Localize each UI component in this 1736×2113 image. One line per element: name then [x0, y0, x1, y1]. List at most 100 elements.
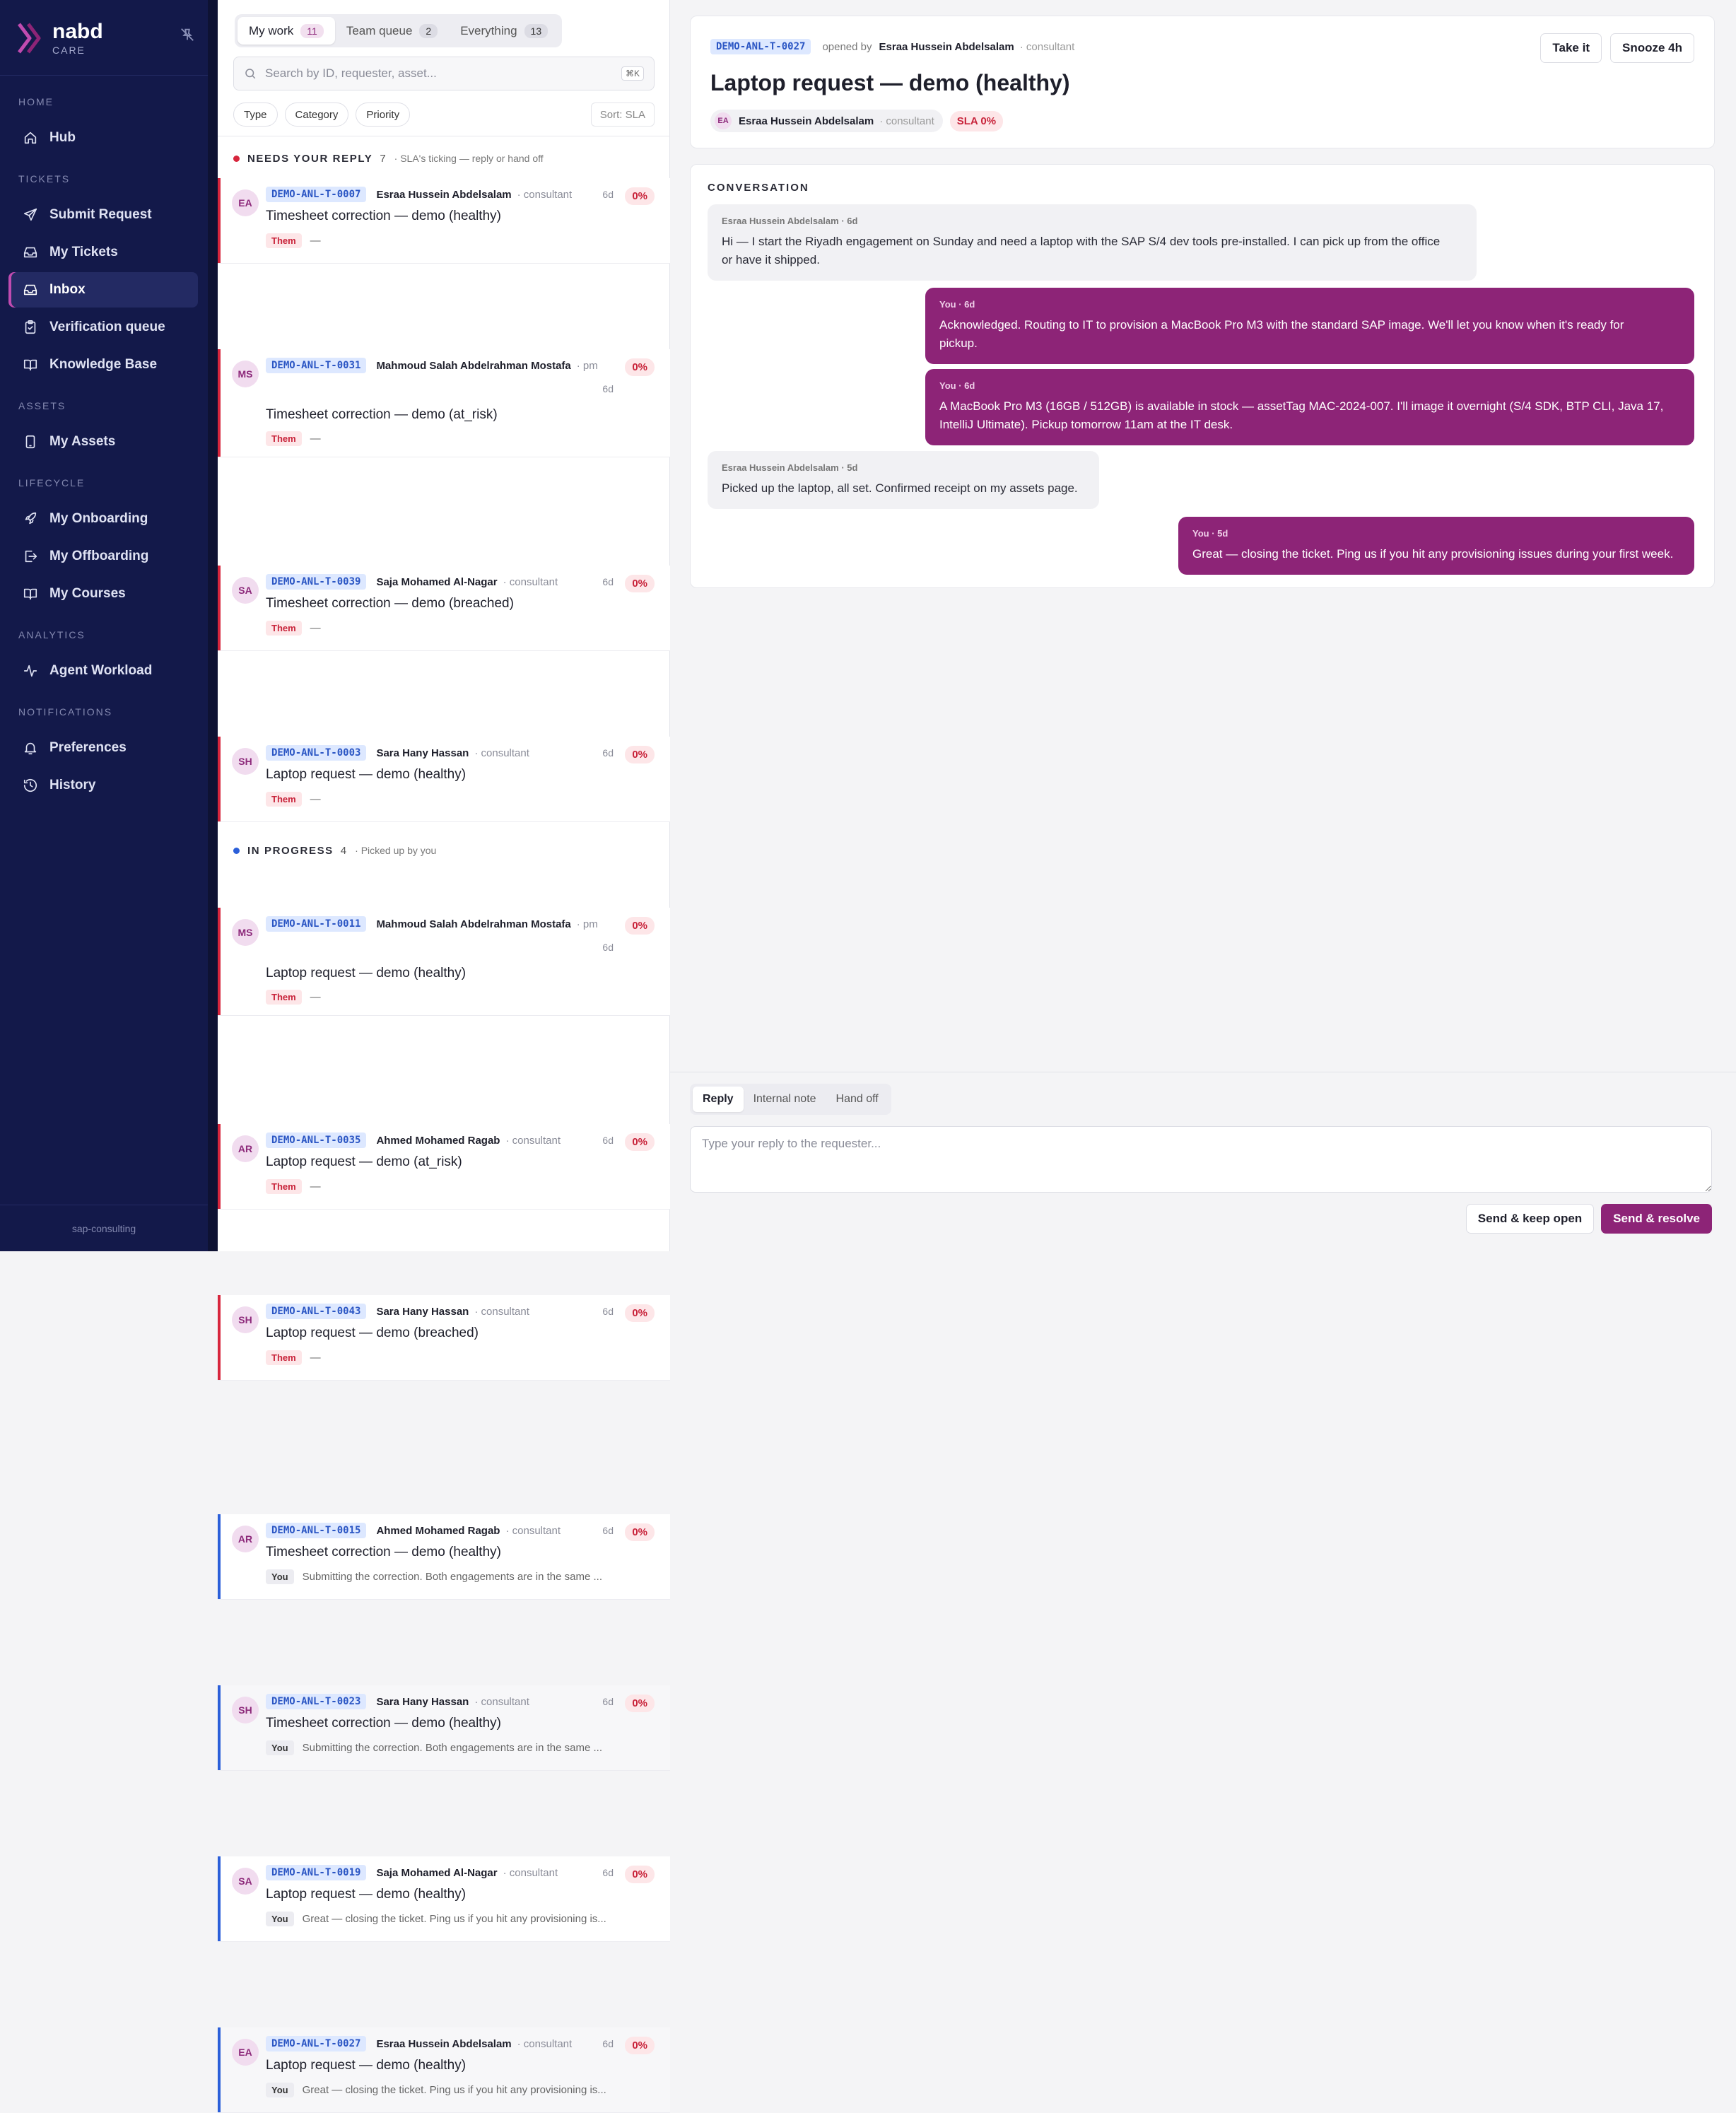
group-header: NEEDS YOUR REPLY 7 · SLA's ticking — reply…	[218, 146, 670, 171]
sidebar-item-my-assets[interactable]: My Assets	[8, 424, 198, 460]
take-it-button[interactable]: Take it	[1540, 33, 1602, 63]
tab-internal-note[interactable]: Internal note	[744, 1087, 826, 1112]
ticket-id[interactable]: DEMO-ANL-T-0027	[710, 39, 811, 54]
brand-logo[interactable]: nabd CARE	[17, 17, 103, 59]
ticket-header: DEMO-ANL-T-0027 opened by Esraa Hussein …	[690, 16, 1715, 148]
message-meta: You · 6d	[939, 380, 975, 391]
sort-select[interactable]: Sort: SLA	[590, 103, 655, 127]
message-line: IntelliJ Ultimate). Pickup tomorrow 11am…	[939, 418, 1233, 431]
send-resolve-button[interactable]: Send & resolve	[1601, 1204, 1712, 1234]
requester-chip[interactable]: EA Esraa Hussein Abdelsalam · consultant	[710, 110, 943, 132]
ticket-row[interactable]: AR DEMO-ANL-T-0015 Ahmed Mohamed Ragab · co…	[218, 1514, 670, 1600]
sidebar-edge	[208, 0, 218, 1251]
ticket-row[interactable]: MS DEMO-ANL-T-0031 Mahmoud Salah Abdelrahm…	[218, 349, 670, 457]
sla-badge: 0%	[625, 187, 655, 205]
ticket-row[interactable]: SH DEMO-ANL-T-0023 Sara Hany Hassan · consu…	[218, 1685, 670, 1771]
ticket-id: DEMO-ANL-T-0035	[266, 1132, 367, 1148]
message-bubble: Esraa Hussein Abdelsalam · 5d Picked up …	[708, 451, 1099, 509]
requester-role: · consultant	[505, 1134, 561, 1147]
sidebar-item-label: Inbox	[49, 282, 86, 297]
avatar: EA	[232, 189, 259, 216]
requester-name: Saja Mohamed Al-Nagar	[376, 1866, 498, 1879]
ticket-row[interactable]: SA DEMO-ANL-T-0019 Saja Mohamed Al-Nagar · …	[218, 1856, 670, 1942]
ticket-row[interactable]: SH DEMO-ANL-T-0003 Sara Hany Hassan · consu…	[218, 737, 670, 822]
sidebar: nabd CARE HOME Hub TICKETS Submit Request My…	[0, 0, 208, 1251]
filter-category[interactable]: Category	[284, 103, 349, 127]
sidebar-item-label: Preferences	[49, 740, 127, 755]
message-bubble: Esraa Hussein Abdelsalam · 6d Hi — I sta…	[708, 204, 1477, 281]
last-reply-badge: Them	[266, 621, 302, 636]
requester-name: Saja Mohamed Al-Nagar	[376, 575, 498, 588]
ticket-row[interactable]: SH DEMO-ANL-T-0043 Sara Hany Hassan · consu…	[218, 1295, 670, 1381]
sla-badge: 0%	[625, 1523, 655, 1541]
sidebar-item-my-onboarding[interactable]: My Onboarding	[8, 501, 198, 537]
sidebar-item-verification-queue[interactable]: Verification queue	[8, 310, 198, 345]
unpin-icon[interactable]	[180, 27, 195, 42]
ticket-list-pane: My work 11 Team queue 2 Everything 13 Searc…	[218, 0, 670, 2113]
nav-section-heading: NOTIFICATIONS	[18, 706, 113, 718]
sidebar-item-inbox[interactable]: Inbox	[8, 272, 198, 308]
ticket-row[interactable]: EA DEMO-ANL-T-0007 Esraa Hussein Abdelsala…	[218, 178, 670, 264]
inbox-icon	[23, 284, 37, 295]
message-line: Great — closing the ticket. Ping us if y…	[1192, 547, 1674, 561]
ticket-age: 6d	[602, 1135, 614, 1146]
sidebar-item-history[interactable]: History	[8, 768, 198, 803]
avatar: AR	[232, 1526, 259, 1552]
snooze-button[interactable]: Snooze 4h	[1609, 33, 1694, 63]
nav-section-heading: ASSETS	[18, 400, 66, 411]
last-message-snippet: —	[310, 622, 321, 634]
search-input[interactable]: Search by ID, requester, asset... ⌘K	[233, 57, 655, 90]
bell-icon	[24, 742, 37, 755]
sidebar-item-knowledge-base[interactable]: Knowledge Base	[8, 347, 198, 382]
search-placeholder: Search by ID, requester, asset...	[265, 66, 437, 80]
sla-badge: 0%	[625, 746, 655, 763]
tab-everything[interactable]: Everything 13	[449, 17, 559, 45]
sidebar-item-label: My Tickets	[49, 245, 118, 259]
sidebar-item-label: Submit Request	[49, 207, 152, 222]
sidebar-item-submit-request[interactable]: Submit Request	[8, 197, 198, 233]
requester-chip-name: Esraa Hussein Abdelsalam	[739, 115, 874, 127]
reply-input[interactable]	[690, 1126, 1712, 1193]
row-status-bar	[218, 1856, 221, 1941]
sla-badge: 0%	[625, 358, 655, 376]
tab-my-work[interactable]: My work 11	[237, 17, 335, 45]
sla-badge: 0%	[625, 575, 655, 592]
send-keep-open-button[interactable]: Send & keep open	[1465, 1204, 1595, 1234]
group-title: NEEDS YOUR REPLY	[247, 152, 373, 165]
ticket-age: 6d	[602, 383, 614, 394]
avatar: SH	[232, 1306, 259, 1333]
tab-team-queue[interactable]: Team queue 2	[335, 17, 449, 45]
sidebar-item-hub[interactable]: Hub	[8, 120, 198, 156]
ticket-groups: NEEDS YOUR REPLY 7 · SLA's ticking — reply…	[218, 0, 670, 2113]
sidebar-item-my-tickets[interactable]: My Tickets	[8, 235, 198, 270]
avatar: SA	[232, 577, 259, 604]
sidebar-item-my-courses[interactable]: My Courses	[8, 576, 198, 611]
ticket-row[interactable]: MS DEMO-ANL-T-0011 Mahmoud Salah Abdelrahm…	[218, 908, 670, 1016]
ticket-row[interactable]: AR DEMO-ANL-T-0035 Ahmed Mohamed Ragab · co…	[218, 1124, 670, 1210]
filter-type[interactable]: Type	[233, 103, 278, 127]
sidebar-item-label: Hub	[49, 130, 76, 145]
activity-icon	[23, 665, 37, 677]
tab-hand-off[interactable]: Hand off	[826, 1087, 888, 1112]
tab-reply[interactable]: Reply	[693, 1087, 744, 1112]
sidebar-item-agent-workload[interactable]: Agent Workload	[8, 653, 198, 689]
ticket-row[interactable]: EA DEMO-ANL-T-0027 Esraa Hussein Abdelsala…	[218, 2027, 670, 2113]
sidebar-item-preferences[interactable]: Preferences	[8, 730, 198, 766]
sidebar-nav: HOME Hub TICKETS Submit Request My Tickets In…	[0, 90, 208, 815]
status-dot	[233, 155, 240, 162]
ticket-title: Timesheet correction — demo (healthy)	[266, 209, 501, 223]
requester-name: Esraa Hussein Abdelsalam	[376, 2037, 512, 2050]
avatar: EA	[232, 2039, 259, 2066]
message-line: Acknowledged. Routing to IT to provision…	[939, 318, 1624, 332]
avatar: SH	[232, 1697, 259, 1723]
ticket-row[interactable]: SA DEMO-ANL-T-0039 Saja Mohamed Al-Nagar · …	[218, 566, 670, 651]
book-icon	[23, 359, 37, 371]
ticket-age: 6d	[602, 1867, 614, 1878]
ticket-title: Timesheet correction — demo (breached)	[266, 596, 514, 611]
avatar: MS	[232, 919, 259, 946]
ticket-age: 6d	[602, 576, 614, 587]
filter-priority[interactable]: Priority	[356, 103, 411, 127]
last-reply-badge: Them	[266, 792, 302, 807]
group-count: 7	[380, 152, 386, 165]
sidebar-item-my-offboarding[interactable]: My Offboarding	[8, 539, 198, 574]
